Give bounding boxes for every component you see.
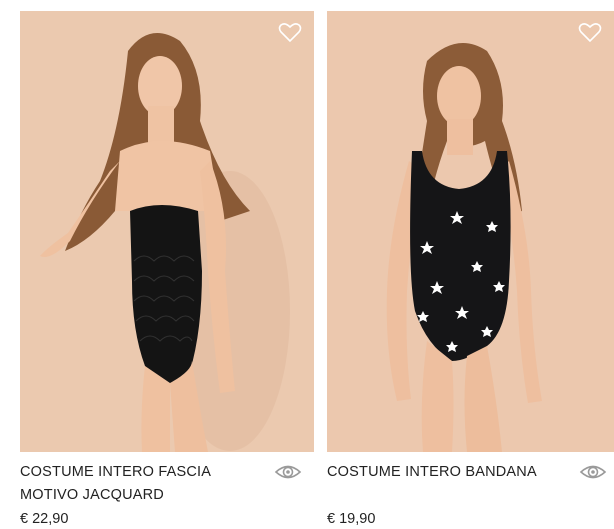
product-image[interactable] <box>327 11 614 452</box>
wishlist-button[interactable] <box>278 21 302 43</box>
product-title[interactable]: COSTUME INTERO FASCIA MOTIVO JACQUARD <box>20 461 260 507</box>
eye-icon <box>579 465 607 479</box>
quick-view-button[interactable] <box>274 462 302 482</box>
product-price: € 19,90 <box>327 511 376 527</box>
product-title[interactable]: COSTUME INTERO BANDANA <box>327 461 567 484</box>
quick-view-button[interactable] <box>579 462 607 482</box>
heart-outline-icon <box>278 23 302 43</box>
product-card[interactable]: COSTUME INTERO FASCIA MOTIVO JACQUARD € … <box>20 0 314 527</box>
product-card[interactable]: COSTUME INTERO BANDANA € 19,90 <box>327 0 614 527</box>
wishlist-button[interactable] <box>578 21 602 43</box>
model-photo <box>20 11 314 452</box>
model-photo <box>327 11 614 452</box>
heart-outline-icon <box>578 23 602 43</box>
product-image[interactable] <box>20 11 314 452</box>
eye-icon <box>274 465 302 479</box>
product-price: € 22,90 <box>20 511 69 527</box>
